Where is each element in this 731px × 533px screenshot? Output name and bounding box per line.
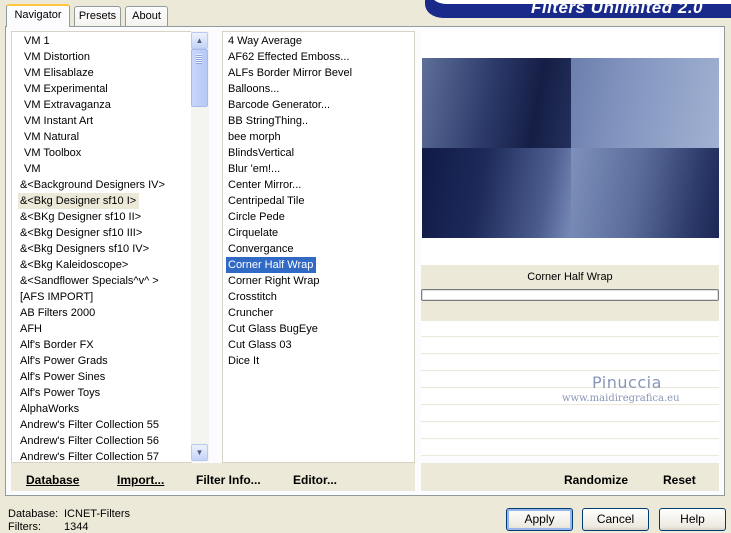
category-scrollbar[interactable]: ▲ ▼ bbox=[191, 31, 209, 462]
category-list-item[interactable]: [AFS IMPORT] bbox=[18, 289, 96, 305]
parameter-row bbox=[421, 440, 719, 456]
filters-count-label: Filters: bbox=[8, 521, 41, 533]
category-list-item[interactable]: &<Sandflower Specials^v^ > bbox=[18, 273, 162, 289]
filter-list-item[interactable]: Center Mirror... bbox=[226, 177, 304, 193]
category-list-item[interactable]: VM Extravaganza bbox=[22, 97, 114, 113]
filters-count-value: 1344 bbox=[64, 521, 89, 533]
watermark-url: www.maidiregrafica.eu bbox=[562, 393, 680, 404]
filter-list-item[interactable]: Barcode Generator... bbox=[226, 97, 333, 113]
editor-button[interactable]: Editor... bbox=[293, 472, 337, 488]
filter-list[interactable]: 4 Way Average AF62 Effected Emboss... ALFs… bbox=[222, 31, 415, 463]
category-list-item[interactable]: Andrew's Filter Collection 55 bbox=[18, 417, 162, 433]
filter-list-item[interactable]: BB StringThing.. bbox=[226, 113, 311, 129]
category-list-item[interactable]: Alf's Power Sines bbox=[18, 369, 108, 385]
filter-list-item[interactable]: Corner Right Wrap bbox=[226, 273, 323, 289]
watermark-name: Pinuccia bbox=[592, 373, 662, 392]
preview-image bbox=[422, 58, 719, 238]
category-list-item[interactable]: Alf's Power Grads bbox=[18, 353, 111, 369]
category-list-item[interactable]: VM Natural bbox=[22, 129, 82, 145]
category-list-item[interactable]: &<Bkg Designer sf10 I> bbox=[18, 193, 140, 209]
category-list-item[interactable]: Andrew's Filter Collection 57 bbox=[18, 449, 162, 462]
tab-navigator[interactable]: Navigator bbox=[6, 4, 70, 27]
preview-quadrant bbox=[422, 148, 571, 238]
category-list-item[interactable]: &<Bkg Designer sf10 III> bbox=[18, 225, 145, 241]
reset-button[interactable]: Reset bbox=[663, 472, 696, 488]
filter-list-item[interactable]: Circle Pede bbox=[226, 209, 288, 225]
category-list-item[interactable]: VM bbox=[22, 161, 44, 177]
database-value: ICNET-Filters bbox=[64, 508, 130, 520]
app-title: Filters Unlimited 2.0 bbox=[530, 0, 703, 17]
filter-list-item[interactable]: 4 Way Average bbox=[226, 33, 305, 49]
filter-list-item[interactable]: bee morph bbox=[226, 129, 284, 145]
category-list-item[interactable]: VM Toolbox bbox=[22, 145, 84, 161]
filter-list-item[interactable]: BlindsVertical bbox=[226, 145, 297, 161]
filter-list-item[interactable]: Centripedal Tile bbox=[226, 193, 307, 209]
parameter-header bbox=[421, 301, 719, 321]
parameter-row bbox=[421, 406, 719, 422]
database-button[interactable]: Database bbox=[26, 472, 79, 488]
category-list-item[interactable]: AFH bbox=[18, 321, 45, 337]
help-button[interactable]: Help bbox=[659, 508, 726, 531]
category-list-item[interactable]: &<BKg Designer sf10 II> bbox=[18, 209, 144, 225]
tab-about[interactable]: About bbox=[125, 6, 168, 26]
tab-presets[interactable]: Presets bbox=[74, 6, 121, 26]
scroll-up-icon[interactable]: ▲ bbox=[191, 32, 208, 49]
filter-list-item[interactable]: Corner Half Wrap bbox=[226, 257, 317, 273]
preview-quadrant bbox=[422, 58, 571, 148]
category-list[interactable]: VM 1 VM Distortion VM Elisablaze VM Experim… bbox=[11, 31, 192, 463]
category-list-item[interactable]: Andrew's Filter Collection 56 bbox=[18, 433, 162, 449]
category-list-item[interactable]: &<Bkg Designers sf10 IV> bbox=[18, 241, 152, 257]
parameter-row bbox=[421, 355, 719, 371]
grip-icon bbox=[196, 54, 202, 64]
cancel-button[interactable]: Cancel bbox=[582, 508, 649, 531]
category-list-item[interactable]: VM Elisablaze bbox=[22, 65, 97, 81]
preview-quadrant bbox=[570, 148, 719, 238]
filter-list-item[interactable]: Balloons... bbox=[226, 81, 282, 97]
category-list-item[interactable]: &<Background Designers IV> bbox=[18, 177, 168, 193]
filter-list-item[interactable]: Cruncher bbox=[226, 305, 276, 321]
category-list-item[interactable]: Alf's Power Toys bbox=[18, 385, 103, 401]
category-list-item[interactable]: AB Filters 2000 bbox=[18, 305, 98, 321]
database-label: Database: bbox=[8, 508, 59, 520]
category-list-item[interactable]: VM Experimental bbox=[22, 81, 111, 97]
filter-info-button[interactable]: Filter Info... bbox=[196, 472, 261, 488]
filter-list-item[interactable]: Convergance bbox=[226, 241, 296, 257]
parameter-row bbox=[421, 372, 719, 388]
parameter-row bbox=[421, 321, 719, 337]
category-list-item[interactable]: &<Bkg Kaleidoscope> bbox=[18, 257, 131, 273]
import-button[interactable]: Import... bbox=[117, 472, 164, 488]
filter-list-item[interactable]: AF62 Effected Emboss... bbox=[226, 49, 352, 65]
filter-list-item[interactable]: Cirquelate bbox=[226, 225, 281, 241]
filter-list-item[interactable]: Blur 'em!... bbox=[226, 161, 283, 177]
filter-list-item[interactable]: Dice It bbox=[226, 353, 262, 369]
randomize-button[interactable]: Randomize bbox=[564, 472, 628, 488]
parameter-row bbox=[421, 338, 719, 354]
category-list-item[interactable]: AlphaWorks bbox=[18, 401, 82, 417]
parameter-row bbox=[421, 423, 719, 439]
category-list-item[interactable]: Alf's Border FX bbox=[18, 337, 97, 353]
preview-quadrant bbox=[570, 58, 719, 148]
filter-list-item[interactable]: Cut Glass BugEye bbox=[226, 321, 321, 337]
filter-list-item[interactable]: Crosstitch bbox=[226, 289, 280, 305]
progress-bar bbox=[421, 289, 719, 301]
apply-button[interactable]: Apply bbox=[506, 508, 573, 531]
category-list-item[interactable]: VM 1 bbox=[22, 33, 53, 49]
filter-list-item[interactable]: Cut Glass 03 bbox=[226, 337, 295, 353]
category-list-item[interactable]: VM Distortion bbox=[22, 49, 93, 65]
scroll-down-icon[interactable]: ▼ bbox=[191, 444, 208, 461]
filter-list-item[interactable]: ALFs Border Mirror Bevel bbox=[226, 65, 355, 81]
selected-filter-name: Corner Half Wrap bbox=[527, 271, 613, 283]
title-banner: Filters Unlimited 2.0 bbox=[425, 0, 731, 18]
category-list-item[interactable]: VM Instant Art bbox=[22, 113, 96, 129]
